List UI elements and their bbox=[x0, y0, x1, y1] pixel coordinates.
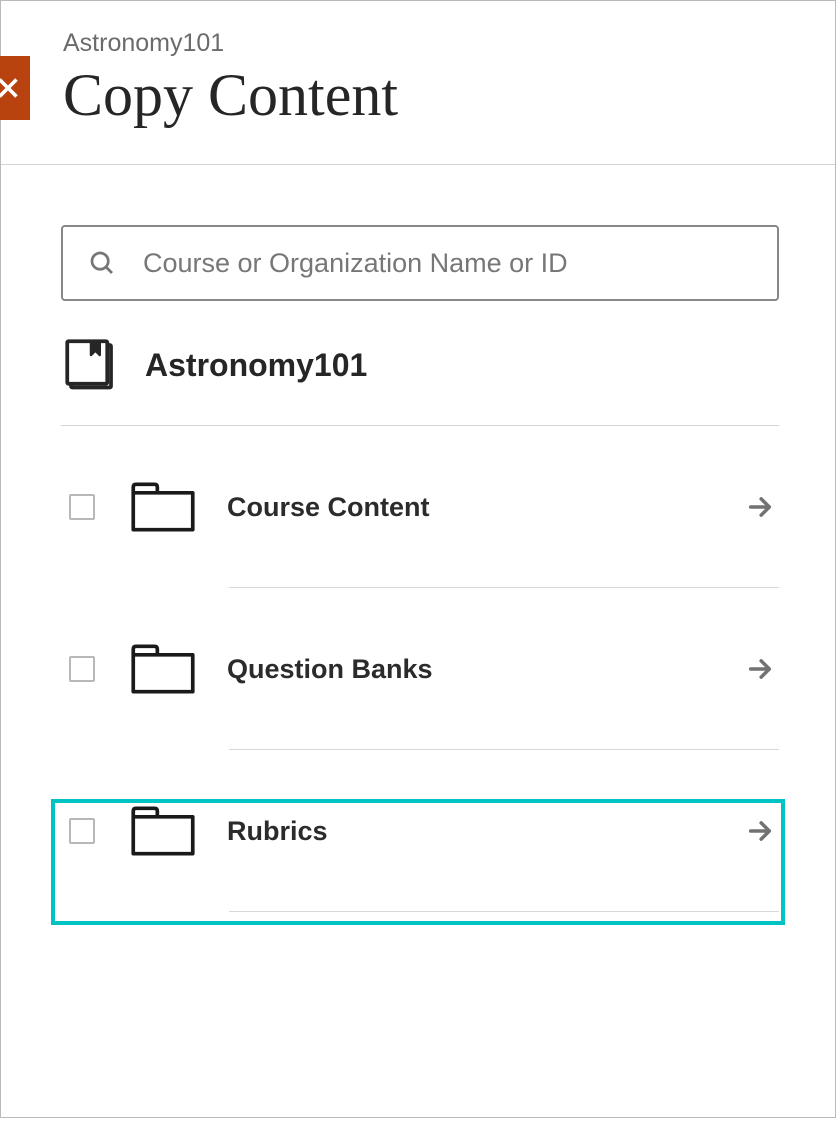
book-icon bbox=[61, 335, 121, 395]
expand-arrow[interactable] bbox=[745, 817, 775, 845]
page-title: Copy Content bbox=[63, 62, 835, 128]
search-field[interactable] bbox=[61, 225, 779, 301]
item-label: Course Content bbox=[227, 492, 715, 523]
item-label: Question Banks bbox=[227, 654, 715, 685]
checkbox[interactable] bbox=[69, 494, 95, 520]
checkbox[interactable] bbox=[69, 818, 95, 844]
search-input[interactable] bbox=[141, 247, 753, 280]
folder-icon bbox=[129, 801, 197, 861]
row-divider bbox=[229, 911, 779, 912]
folder-icon bbox=[129, 639, 197, 699]
close-panel-button[interactable] bbox=[0, 56, 30, 120]
breadcrumb: Astronomy101 bbox=[63, 29, 835, 58]
expand-arrow[interactable] bbox=[745, 493, 775, 521]
folder-icon bbox=[129, 477, 197, 537]
page-header: Astronomy101 Copy Content bbox=[1, 1, 835, 164]
close-icon bbox=[0, 71, 25, 105]
expand-arrow[interactable] bbox=[745, 655, 775, 683]
content-item-rubrics[interactable]: Rubrics bbox=[61, 750, 779, 912]
course-title: Astronomy101 bbox=[145, 347, 367, 384]
course-header: Astronomy101 bbox=[61, 335, 779, 426]
arrow-right-icon bbox=[746, 817, 774, 845]
checkbox[interactable] bbox=[69, 656, 95, 682]
arrow-right-icon bbox=[746, 655, 774, 683]
arrow-right-icon bbox=[746, 493, 774, 521]
content-item-question-banks[interactable]: Question Banks bbox=[61, 588, 779, 750]
search-icon bbox=[87, 248, 117, 278]
item-label: Rubrics bbox=[227, 816, 715, 847]
content-item-course-content[interactable]: Course Content bbox=[61, 426, 779, 588]
